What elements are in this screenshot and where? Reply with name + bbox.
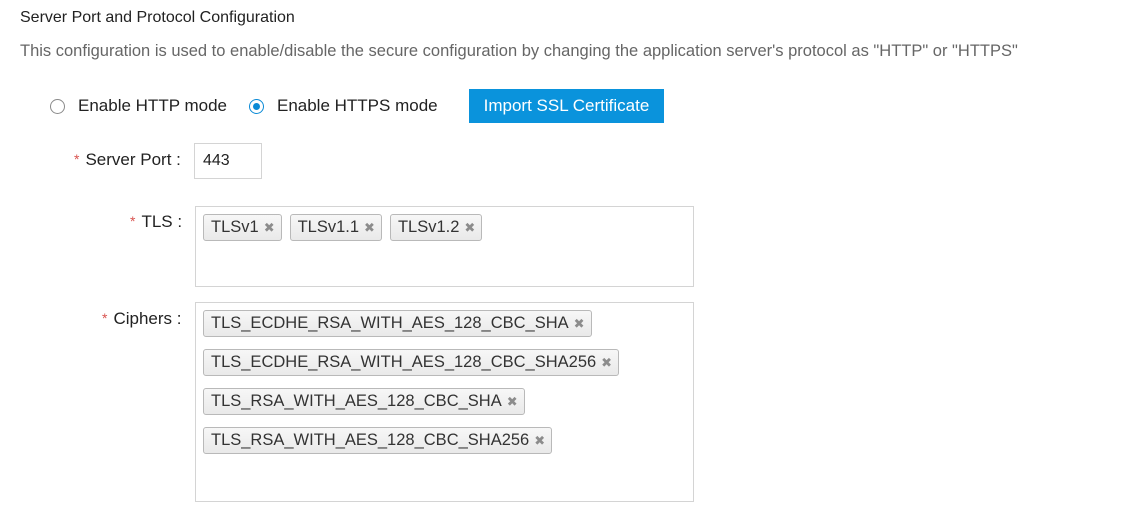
ciphers-label: * Ciphers : (102, 309, 182, 328)
ciphers-multiselect[interactable]: TLS_ECDHE_RSA_WITH_AES_128_CBC_SHA ✖ TLS_E… (195, 302, 694, 502)
tls-tag-label: TLSv1 (211, 218, 259, 236)
tls-multiselect[interactable]: TLSv1 ✖ TLSv1.1 ✖ TLSv1.2 ✖ (195, 206, 694, 287)
cipher-tag-list: TLS_ECDHE_RSA_WITH_AES_128_CBC_SHA ✖ TLS_E… (203, 310, 693, 454)
import-ssl-certificate-button[interactable]: Import SSL Certificate (468, 89, 665, 123)
close-icon[interactable]: ✖ (264, 220, 275, 236)
server-port-input[interactable] (194, 143, 262, 179)
required-marker: * (74, 151, 80, 167)
tls-tag: TLSv1 ✖ (203, 214, 282, 241)
https-mode-radio[interactable]: Enable HTTPS mode (248, 96, 438, 116)
tls-tag: TLSv1.2 ✖ (389, 214, 483, 241)
tls-tag-label: TLSv1.2 (397, 218, 460, 236)
cipher-tag-label: TLS_ECDHE_RSA_WITH_AES_128_CBC_SHA (211, 314, 569, 332)
http-mode-label: Enable HTTP mode (78, 96, 227, 115)
protocol-mode-group: Enable HTTP mode Enable HTTPS mode Impor… (50, 89, 665, 123)
server-port-label: * Server Port : (74, 150, 181, 169)
required-marker: * (130, 213, 136, 229)
tls-tag-list: TLSv1 ✖ TLSv1.1 ✖ TLSv1.2 ✖ (203, 214, 693, 241)
close-icon[interactable]: ✖ (464, 220, 475, 236)
close-icon[interactable]: ✖ (601, 355, 612, 371)
close-icon[interactable]: ✖ (364, 220, 375, 236)
cipher-tag: TLS_RSA_WITH_AES_128_CBC_SHA256 ✖ (203, 427, 553, 454)
cipher-tag: TLS_ECDHE_RSA_WITH_AES_128_CBC_SHA256 ✖ (203, 349, 620, 376)
close-icon[interactable]: ✖ (507, 394, 518, 410)
close-icon[interactable]: ✖ (534, 433, 545, 449)
cipher-tag: TLS_ECDHE_RSA_WITH_AES_128_CBC_SHA ✖ (203, 310, 592, 337)
http-mode-radio[interactable]: Enable HTTP mode (50, 96, 227, 116)
tls-label: * TLS : (130, 212, 183, 231)
cipher-tag-label: TLS_RSA_WITH_AES_128_CBC_SHA256 (211, 431, 530, 449)
tls-tag-label: TLSv1.1 (297, 218, 360, 236)
https-mode-label: Enable HTTPS mode (276, 96, 438, 115)
https-radio-circle[interactable] (248, 98, 264, 114)
section-title: Server Port and Protocol Configuration (20, 9, 295, 26)
cipher-tag: TLS_RSA_WITH_AES_128_CBC_SHA ✖ (203, 388, 525, 415)
server-config-page: Server Port and Protocol Configuration T… (0, 0, 1140, 522)
required-marker: * (102, 310, 108, 326)
tls-tag: TLSv1.1 ✖ (289, 214, 382, 241)
cipher-tag-label: TLS_ECDHE_RSA_WITH_AES_128_CBC_SHA256 (211, 353, 597, 371)
section-description: This configuration is used to enable/dis… (20, 42, 1018, 60)
http-radio-circle[interactable] (50, 98, 65, 114)
close-icon[interactable]: ✖ (574, 316, 585, 332)
cipher-tag-label: TLS_RSA_WITH_AES_128_CBC_SHA (211, 392, 502, 410)
